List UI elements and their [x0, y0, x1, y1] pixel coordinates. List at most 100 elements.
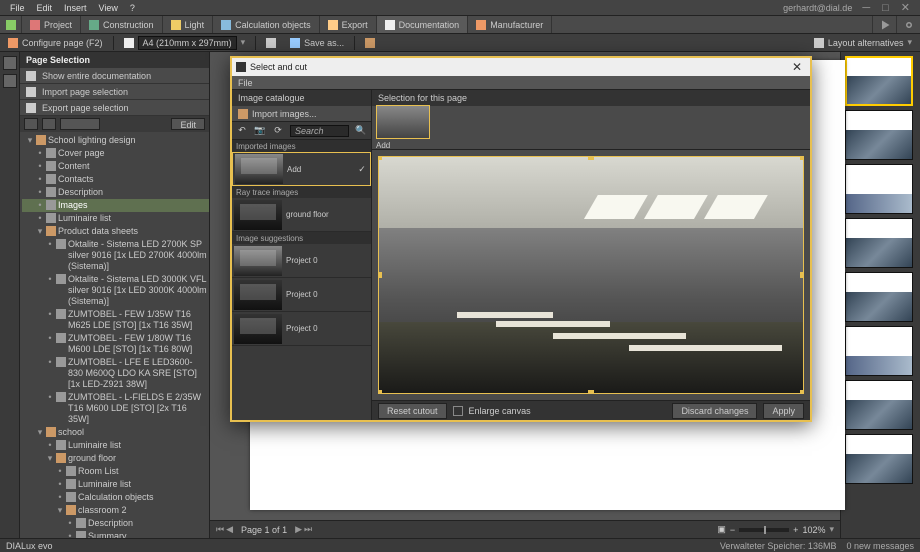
strip-btn-1[interactable]	[3, 56, 17, 70]
save-as-button[interactable]: Save as...	[286, 38, 348, 48]
tree-collapse-button[interactable]	[42, 118, 56, 130]
menu-view[interactable]: View	[93, 3, 124, 13]
window-maximize[interactable]: □	[876, 2, 895, 14]
tree-page[interactable]: •ZUMTOBEL - LFE E LED3600-830 M600Q LDO …	[22, 356, 209, 391]
thumb-3[interactable]	[845, 164, 913, 214]
tree-page[interactable]: •ZUMTOBEL - FEW 1/35W T16 M625 LDE [STO]…	[22, 308, 209, 332]
tree-page[interactable]: •Content	[22, 160, 209, 173]
enlarge-canvas-checkbox[interactable]	[453, 406, 463, 416]
thumb-7[interactable]	[845, 380, 913, 430]
thumb-1[interactable]	[845, 56, 913, 106]
window-minimize[interactable]: ─	[856, 2, 876, 14]
template-button[interactable]	[361, 38, 379, 48]
calc-run-button[interactable]	[872, 16, 896, 33]
catalog-item-p0b[interactable]: Project 0	[232, 278, 371, 312]
configure-page-button[interactable]: Configure page (F2)	[4, 38, 107, 48]
menu-file[interactable]: File	[4, 3, 31, 13]
camera-icon[interactable]: 📷	[254, 125, 266, 137]
nav-last[interactable]: ⏭	[304, 524, 312, 535]
crop-handle-tm[interactable]	[588, 156, 594, 160]
menu-insert[interactable]: Insert	[58, 3, 93, 13]
discard-changes-button[interactable]: Discard changes	[672, 403, 757, 419]
window-close[interactable]: ✕	[895, 1, 916, 14]
tab-calc-objects[interactable]: Calculation objects	[213, 16, 320, 33]
dialog-titlebar[interactable]: Select and cut ✕	[232, 58, 810, 76]
reset-cutout-button[interactable]: Reset cutout	[378, 403, 447, 419]
tree-page[interactable]: •Cover page	[22, 147, 209, 160]
tree-page[interactable]: •ZUMTOBEL - FEW 1/80W T16 M600 LDE [STO]…	[22, 332, 209, 356]
tree-page[interactable]: •Summary	[22, 530, 209, 538]
refresh-icon[interactable]: ⟳	[272, 125, 284, 137]
tree-page[interactable]: •Luminaire list	[22, 478, 209, 491]
show-entire-doc-button[interactable]: Show entire documentation	[20, 68, 209, 84]
nav-prev[interactable]: ◀	[226, 524, 233, 535]
thumb-5[interactable]	[845, 272, 913, 322]
tree-page[interactable]: •Description	[22, 186, 209, 199]
tab-documentation[interactable]: Documentation	[377, 16, 469, 33]
catalog-search-input[interactable]: Search	[290, 125, 349, 137]
tree-page[interactable]: •Room List	[22, 465, 209, 478]
crop-handle-br[interactable]	[800, 390, 804, 394]
tree-folder[interactable]: ▾classroom 2	[22, 504, 209, 517]
crop-handle-lm[interactable]	[378, 272, 382, 278]
apply-button[interactable]: Apply	[763, 403, 804, 419]
dialog-close-button[interactable]: ✕	[788, 60, 806, 74]
settings-button[interactable]	[896, 16, 920, 33]
zoom-control[interactable]: ▣ − + 102% ▾	[717, 524, 834, 535]
crop-handle-bm[interactable]	[588, 390, 594, 394]
layout-alternatives-button[interactable]: Layout alternatives▾	[810, 37, 916, 48]
back-icon[interactable]: ↶	[236, 125, 248, 137]
tree-page[interactable]: •Luminaire list	[22, 439, 209, 452]
tab-light[interactable]: Light	[163, 16, 214, 33]
tree-folder[interactable]: ▾ground floor	[22, 452, 209, 465]
page-size-select[interactable]: A4 (210mm x 297mm)▾	[120, 36, 250, 50]
messages-label[interactable]: 0 new messages	[846, 541, 914, 551]
tab-manufacturer[interactable]: Manufacturer	[468, 16, 552, 33]
tree-page[interactable]: •Oktalite - Sistema LED 2700K SP silver …	[22, 238, 209, 273]
tree-view-button[interactable]	[60, 118, 100, 130]
nav-next[interactable]: ▶	[295, 524, 302, 535]
tree-page[interactable]: •Calculation objects	[22, 491, 209, 504]
catalog-item-add[interactable]: Add ✓	[232, 152, 371, 186]
tab-construction[interactable]: Construction	[81, 16, 163, 33]
crop-handle-bl[interactable]	[378, 390, 382, 394]
tree-page[interactable]: •Luminaire list	[22, 212, 209, 225]
tree-folder[interactable]: ▾School lighting design	[22, 134, 209, 147]
import-page-sel-button[interactable]: Import page selection	[20, 84, 209, 100]
catalog-list[interactable]: Imported images Add ✓ Ray trace images g…	[232, 140, 371, 420]
tree-page[interactable]: •Images	[22, 199, 209, 212]
crop-handle-tr[interactable]	[800, 156, 804, 160]
catalog-item-ground[interactable]: ground floor	[232, 198, 371, 232]
thumb-8[interactable]	[845, 434, 913, 484]
catalog-item-p0c[interactable]: Project 0	[232, 312, 371, 346]
crop-frame[interactable]	[378, 156, 804, 394]
tree-folder[interactable]: ▾Product data sheets	[22, 225, 209, 238]
tab-project[interactable]: Project	[22, 16, 81, 33]
crop-handle-tl[interactable]	[378, 156, 382, 160]
crop-handle-rm[interactable]	[800, 272, 804, 278]
tree-page[interactable]: •ZUMTOBEL - L-FIELDS E 2/35W T16 M600 LD…	[22, 391, 209, 426]
dialog-menu-file[interactable]: File	[238, 78, 253, 88]
strip-btn-2[interactable]	[3, 74, 17, 88]
tree-page[interactable]: •Description	[22, 517, 209, 530]
menu-help[interactable]: ?	[124, 3, 141, 13]
selected-image[interactable]	[376, 105, 430, 139]
tree-page[interactable]: •Contacts	[22, 173, 209, 186]
thumb-4[interactable]	[845, 218, 913, 268]
thumb-6[interactable]	[845, 326, 913, 376]
page-tree[interactable]: ▾School lighting design•Cover page•Conte…	[20, 132, 209, 538]
search-icon[interactable]: 🔍	[355, 125, 367, 137]
zoom-out[interactable]: −	[730, 525, 735, 535]
export-page-sel-button[interactable]: Export page selection	[20, 100, 209, 116]
tree-edit-button[interactable]: Edit	[171, 118, 205, 130]
fit-icon[interactable]: ▣	[717, 524, 726, 535]
tree-page[interactable]: •Oktalite - Sistema LED 3000K VFL silver…	[22, 273, 209, 308]
menu-edit[interactable]: Edit	[31, 3, 59, 13]
app-menu-button[interactable]	[0, 16, 22, 33]
import-images-button[interactable]: Import images...	[232, 106, 371, 122]
catalog-item-p0a[interactable]: Project 0	[232, 244, 371, 278]
zoom-in[interactable]: +	[793, 525, 798, 535]
thumb-2[interactable]	[845, 110, 913, 160]
tree-expand-button[interactable]	[24, 118, 38, 130]
print-button[interactable]	[262, 38, 280, 48]
